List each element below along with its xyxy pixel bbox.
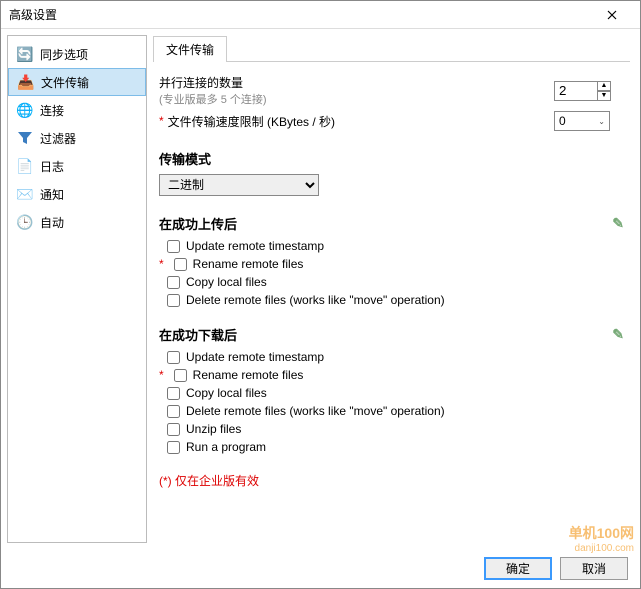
content-area: 并行连接的数量 (专业版最多 5 个连接) ▲ ▼ * 文件传输速度限制 (KB…: [153, 62, 630, 543]
transfer-mode-title: 传输模式: [159, 149, 624, 168]
download-option-row: Update remote timestamp: [167, 350, 624, 364]
upload-section-title: 在成功上传后: [159, 214, 237, 233]
download-runprogram-checkbox[interactable]: [167, 441, 180, 454]
download-option-label: Delete remote files (works like "move" o…: [186, 404, 445, 418]
download-update-timestamp-checkbox[interactable]: [167, 351, 180, 364]
window-body: 🔄 同步选项 📥 文件传输 🌐 连接 过滤器 📄 日志 ✉️ 通知: [1, 29, 640, 549]
section-upload: 在成功上传后 ✎ Update remote timestamp * Renam…: [159, 214, 624, 307]
sidebar-item-connection[interactable]: 🌐 连接: [8, 96, 146, 124]
main-panel: 文件传输 并行连接的数量 (专业版最多 5 个连接) ▲ ▼: [147, 29, 640, 549]
envelope-icon: ✉️: [16, 185, 34, 203]
transfer-mode-select[interactable]: 二进制: [159, 174, 319, 196]
parallel-spin-down[interactable]: ▼: [597, 91, 611, 101]
sidebar: 🔄 同步选项 📥 文件传输 🌐 连接 过滤器 📄 日志 ✉️ 通知: [7, 35, 147, 543]
speed-dropdown[interactable]: 0 ⌄: [554, 111, 610, 131]
download-section-title: 在成功下载后: [159, 325, 237, 344]
upload-option-row: * Rename remote files: [159, 257, 624, 271]
sidebar-item-label: 同步选项: [40, 46, 88, 63]
download-delete-remote-checkbox[interactable]: [167, 405, 180, 418]
globe-icon: 🌐: [16, 101, 34, 119]
sidebar-item-label: 连接: [40, 102, 64, 119]
sidebar-item-auto[interactable]: 🕒 自动: [8, 208, 146, 236]
upload-option-row: Update remote timestamp: [167, 239, 624, 253]
window-title: 高级设置: [9, 6, 592, 23]
upload-option-label: Rename remote files: [193, 257, 304, 271]
enterprise-note: (*) 仅在企业版有效: [159, 472, 624, 489]
speed-value: 0: [559, 114, 566, 128]
download-option-label: Copy local files: [186, 386, 267, 400]
sidebar-item-sync[interactable]: 🔄 同步选项: [8, 40, 146, 68]
download-option-row: Copy local files: [167, 386, 624, 400]
parallel-hint: (专业版最多 5 个连接): [159, 91, 554, 107]
cancel-button[interactable]: 取消: [560, 557, 628, 580]
sidebar-item-label: 日志: [40, 158, 64, 175]
section-download: 在成功下载后 ✎ Update remote timestamp * Renam…: [159, 325, 624, 454]
footer: 单机100网 danji100.com 确定 取消: [1, 549, 640, 588]
sidebar-item-label: 过滤器: [40, 130, 76, 147]
log-icon: 📄: [16, 157, 34, 175]
parallel-spin-up[interactable]: ▲: [597, 81, 611, 91]
row-parallel: 并行连接的数量 (专业版最多 5 个连接) ▲ ▼: [159, 74, 624, 107]
upload-option-label: Delete remote files (works like "move" o…: [186, 293, 445, 307]
parallel-label: 并行连接的数量: [159, 74, 554, 91]
download-option-row: Delete remote files (works like "move" o…: [167, 404, 624, 418]
sidebar-item-notify[interactable]: ✉️ 通知: [8, 180, 146, 208]
upload-option-label: Copy local files: [186, 275, 267, 289]
pencil-icon[interactable]: ✎: [612, 215, 624, 232]
tab-strip: 文件传输: [153, 35, 630, 62]
box-icon: 📥: [17, 73, 35, 91]
clock-icon: 🕒: [16, 213, 34, 231]
settings-window: 高级设置 🔄 同步选项 📥 文件传输 🌐 连接 过滤器 📄: [0, 0, 641, 589]
chevron-down-icon: ⌄: [598, 117, 605, 126]
download-unzip-checkbox[interactable]: [167, 423, 180, 436]
ok-button[interactable]: 确定: [484, 557, 552, 580]
close-button[interactable]: [592, 1, 632, 29]
required-marker: *: [159, 368, 164, 382]
download-option-label: Rename remote files: [193, 368, 304, 382]
funnel-icon: [16, 129, 34, 147]
download-option-label: Run a program: [186, 440, 266, 454]
download-option-row: Unzip files: [167, 422, 624, 436]
upload-delete-remote-checkbox[interactable]: [167, 294, 180, 307]
sidebar-item-filters[interactable]: 过滤器: [8, 124, 146, 152]
tab-filetransfer[interactable]: 文件传输: [153, 36, 227, 62]
download-rename-checkbox[interactable]: [174, 369, 187, 382]
download-option-row: * Rename remote files: [159, 368, 624, 382]
upload-option-row: Delete remote files (works like "move" o…: [167, 293, 624, 307]
upload-rename-checkbox[interactable]: [174, 258, 187, 271]
upload-copy-local-checkbox[interactable]: [167, 276, 180, 289]
required-marker: *: [159, 114, 164, 128]
parallel-spinner-buttons: ▲ ▼: [597, 81, 611, 101]
sync-icon: 🔄: [16, 45, 34, 63]
section-transfer-mode: 传输模式 二进制: [159, 149, 624, 196]
download-option-label: Update remote timestamp: [186, 350, 324, 364]
upload-option-label: Update remote timestamp: [186, 239, 324, 253]
download-copy-local-checkbox[interactable]: [167, 387, 180, 400]
sidebar-item-log[interactable]: 📄 日志: [8, 152, 146, 180]
sidebar-item-label: 文件传输: [41, 74, 89, 91]
speed-label: 文件传输速度限制 (KBytes / 秒): [168, 113, 554, 130]
upload-option-row: Copy local files: [167, 275, 624, 289]
download-option-label: Unzip files: [186, 422, 241, 436]
titlebar: 高级设置: [1, 1, 640, 29]
sidebar-item-label: 自动: [40, 214, 64, 231]
pencil-icon[interactable]: ✎: [612, 326, 624, 343]
download-option-row: Run a program: [167, 440, 624, 454]
parallel-input[interactable]: [554, 81, 598, 101]
row-speed: * 文件传输速度限制 (KBytes / 秒) 0 ⌄: [159, 111, 624, 131]
sidebar-item-filetransfer[interactable]: 📥 文件传输: [8, 68, 146, 96]
upload-update-timestamp-checkbox[interactable]: [167, 240, 180, 253]
sidebar-item-label: 通知: [40, 186, 64, 203]
required-marker: *: [159, 257, 164, 271]
